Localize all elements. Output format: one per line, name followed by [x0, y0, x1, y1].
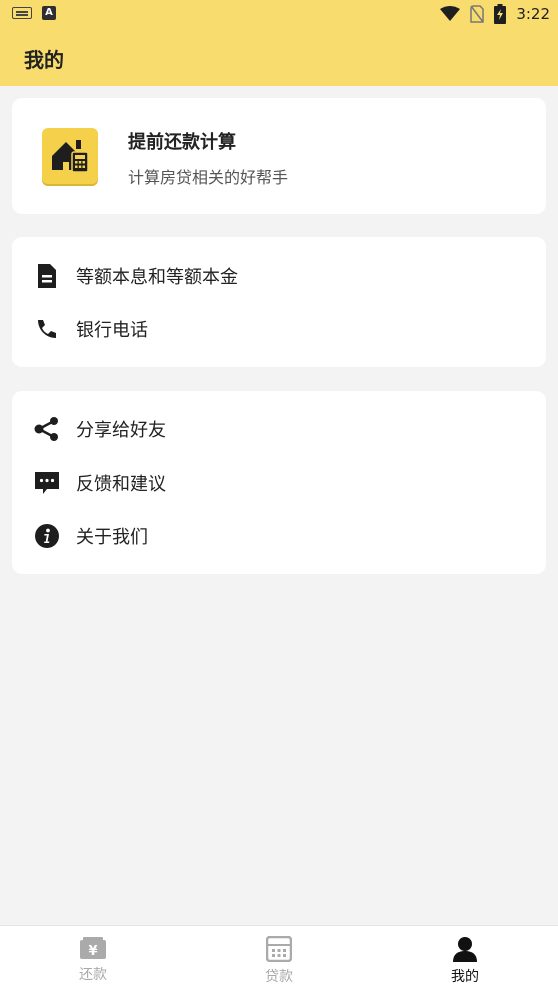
status-time: 3:22: [516, 5, 550, 23]
menu-item-feedback[interactable]: 反馈和建议: [12, 461, 546, 505]
keyboard-icon: [12, 7, 32, 19]
menu-item-label: 银行电话: [76, 320, 148, 341]
font-a-icon: A: [42, 6, 56, 20]
battery-icon: [494, 4, 507, 24]
loan-info-group: 等额本息和等额本金 银行电话: [12, 237, 546, 367]
app-header: A 3:22 我的: [0, 0, 558, 86]
tab-repayment[interactable]: ¥ 还款: [0, 926, 186, 992]
user-icon: [453, 937, 477, 962]
no-sim-icon: [470, 5, 485, 23]
bottom-navigation: ¥ 还款 贷款 我的: [0, 925, 558, 992]
tab-label: 还款: [79, 967, 107, 983]
tab-label: 我的: [451, 969, 479, 985]
feature-title: 提前还款计算: [128, 132, 236, 153]
info-icon: [34, 523, 60, 549]
menu-item-label: 关于我们: [76, 527, 148, 548]
svg-text:¥: ¥: [88, 944, 97, 959]
menu-item-bank-phone[interactable]: 银行电话: [12, 307, 546, 351]
menu-item-label: 等额本息和等额本金: [76, 267, 238, 288]
share-icon: [34, 416, 60, 442]
calculator-icon: [266, 936, 292, 962]
page-title: 我的: [24, 48, 64, 72]
menu-item-equal-payment[interactable]: 等额本息和等额本金: [12, 254, 546, 298]
chat-icon: [34, 470, 60, 496]
yen-icon: ¥: [80, 937, 106, 959]
tab-label: 贷款: [265, 969, 293, 985]
house-calculator-icon: [42, 128, 98, 184]
misc-group: 分享给好友 反馈和建议 关于我们: [12, 391, 546, 574]
feature-subtitle: 计算房贷相关的好帮手: [128, 168, 289, 187]
tab-loan[interactable]: 贷款: [186, 926, 372, 992]
tab-mine[interactable]: 我的: [372, 926, 558, 992]
menu-item-label: 反馈和建议: [76, 474, 166, 495]
menu-item-about[interactable]: 关于我们: [12, 514, 546, 558]
document-icon: [34, 263, 60, 289]
prepayment-calculator-card[interactable]: 提前还款计算 计算房贷相关的好帮手: [12, 98, 546, 214]
wifi-icon: [440, 6, 461, 21]
phone-icon: [34, 316, 60, 342]
menu-item-label: 分享给好友: [76, 420, 166, 441]
menu-item-share[interactable]: 分享给好友: [12, 407, 546, 451]
status-bar: A 3:22: [0, 0, 558, 28]
